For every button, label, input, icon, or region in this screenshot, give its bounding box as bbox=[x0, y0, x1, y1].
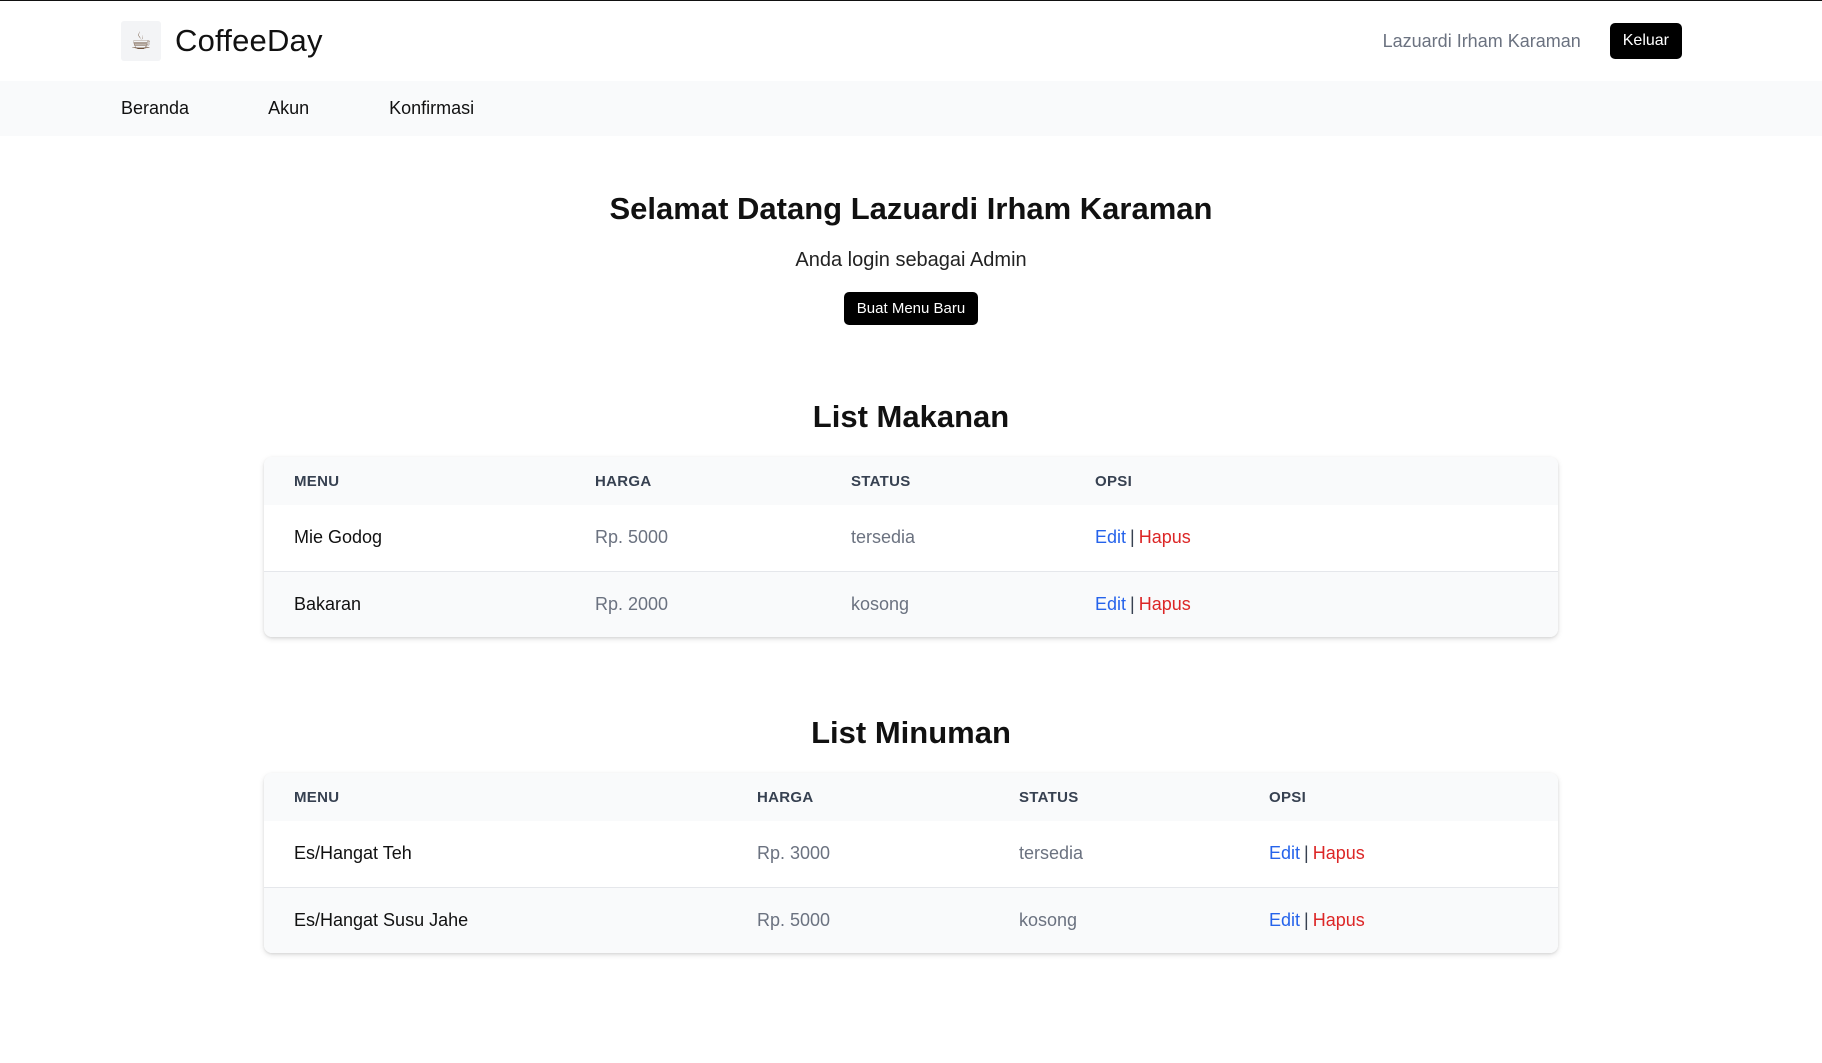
drinks-table: MENU HARGA STATUS OPSI Es/Hangat Teh Rp.… bbox=[264, 773, 1558, 953]
drinks-list-title: List Minuman bbox=[811, 715, 1011, 750]
cell-status: tersedia bbox=[851, 527, 916, 548]
delete-link[interactable]: Hapus bbox=[1139, 527, 1191, 547]
cell-menu: Bakaran bbox=[294, 593, 362, 614]
cell-opsi: Edit | Hapus bbox=[1065, 505, 1558, 571]
col-header-menu: MENU bbox=[294, 472, 340, 490]
table-row: Es/Hangat Teh Rp. 3000 tersedia Edit | Hap… bbox=[264, 821, 1558, 887]
col-header-status: STATUS bbox=[1019, 788, 1079, 806]
brand-name: CoffeeDay bbox=[175, 23, 323, 58]
separator: | bbox=[1304, 843, 1309, 864]
cell-opsi: Edit | Hapus bbox=[1239, 821, 1558, 887]
table-row: Mie Godog Rp. 5000 tersedia Edit | Hapus bbox=[264, 505, 1558, 571]
food-table-card: MENU HARGA STATUS OPSI Mie Godog Rp. 500… bbox=[264, 457, 1558, 637]
separator: | bbox=[1130, 527, 1135, 548]
col-header-status: STATUS bbox=[851, 472, 911, 490]
table-header-row: MENU HARGA STATUS OPSI bbox=[264, 773, 1558, 821]
top-header: ☕ CoffeeDay Lazuardi Irham Karaman Kelua… bbox=[0, 1, 1822, 81]
role-subtitle: Anda login sebagai Admin bbox=[795, 249, 1027, 271]
cell-harga: Rp. 5000 bbox=[595, 527, 669, 548]
food-list-title: List Makanan bbox=[812, 399, 1010, 434]
coffee-cup-icon: ☕ bbox=[121, 21, 161, 61]
cell-opsi: Edit | Hapus bbox=[1239, 887, 1558, 953]
col-header-menu: MENU bbox=[294, 788, 340, 806]
logout-button[interactable]: Keluar bbox=[1609, 23, 1682, 59]
cell-harga: Rp. 2000 bbox=[595, 593, 669, 614]
nav-item-akun[interactable]: Akun bbox=[268, 98, 309, 119]
welcome-section: Selamat Datang Lazuardi Irham Karaman An… bbox=[0, 191, 1822, 325]
col-header-harga: HARGA bbox=[757, 788, 814, 806]
user-area: Lazuardi Irham Karaman Keluar bbox=[1383, 23, 1682, 59]
col-header-harga: HARGA bbox=[595, 472, 652, 490]
col-header-opsi: OPSI bbox=[1269, 788, 1307, 806]
separator: | bbox=[1130, 593, 1135, 614]
cell-menu: Es/Hangat Teh bbox=[294, 843, 412, 864]
edit-link[interactable]: Edit bbox=[1095, 527, 1126, 547]
cell-opsi: Edit | Hapus bbox=[1065, 571, 1558, 637]
welcome-title: Selamat Datang Lazuardi Irham Karaman bbox=[609, 191, 1213, 226]
cell-menu: Es/Hangat Susu Jahe bbox=[294, 909, 469, 930]
cell-status: kosong bbox=[1019, 909, 1078, 930]
main-content: Selamat Datang Lazuardi Irham Karaman An… bbox=[0, 191, 1822, 953]
cell-status: kosong bbox=[851, 593, 910, 614]
edit-link[interactable]: Edit bbox=[1269, 843, 1300, 863]
food-table: MENU HARGA STATUS OPSI Mie Godog Rp. 500… bbox=[264, 457, 1558, 637]
nav-item-beranda[interactable]: Beranda bbox=[121, 98, 189, 119]
user-name: Lazuardi Irham Karaman bbox=[1382, 30, 1581, 51]
create-menu-button[interactable]: Buat Menu Baru bbox=[843, 292, 979, 325]
delete-link[interactable]: Hapus bbox=[1139, 594, 1191, 614]
delete-link[interactable]: Hapus bbox=[1313, 910, 1365, 930]
cell-status: tersedia bbox=[1019, 843, 1084, 864]
cell-harga: Rp. 5000 bbox=[757, 909, 831, 930]
nav-item-konfirmasi[interactable]: Konfirmasi bbox=[389, 98, 474, 119]
delete-link[interactable]: Hapus bbox=[1313, 843, 1365, 863]
table-row: Bakaran Rp. 2000 kosong Edit | Hapus bbox=[264, 571, 1558, 637]
table-row: Es/Hangat Susu Jahe Rp. 5000 kosong Edit… bbox=[264, 887, 1558, 953]
drinks-table-card: MENU HARGA STATUS OPSI Es/Hangat Teh Rp.… bbox=[264, 773, 1558, 953]
col-header-opsi: OPSI bbox=[1095, 472, 1133, 490]
table-header-row: MENU HARGA STATUS OPSI bbox=[264, 457, 1558, 505]
edit-link[interactable]: Edit bbox=[1095, 594, 1126, 614]
cell-harga: Rp. 3000 bbox=[757, 843, 831, 864]
cell-menu: Mie Godog bbox=[294, 527, 383, 548]
brand[interactable]: ☕ CoffeeDay bbox=[121, 21, 323, 61]
separator: | bbox=[1304, 909, 1309, 930]
edit-link[interactable]: Edit bbox=[1269, 910, 1300, 930]
main-nav: Beranda Akun Konfirmasi bbox=[0, 81, 1822, 136]
